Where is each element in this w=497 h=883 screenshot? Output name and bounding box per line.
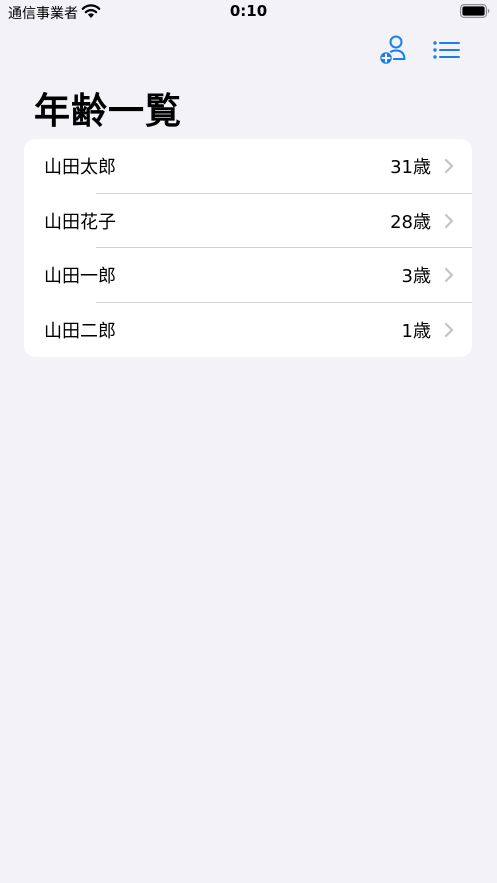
person-badge-plus-icon: [378, 35, 406, 66]
person-name: 山田二郎: [44, 320, 116, 342]
chevron-right-icon: [444, 268, 454, 283]
chevron-right-icon: [444, 213, 454, 228]
list-item[interactable]: 山田一郎 3歳: [24, 248, 472, 303]
list-item[interactable]: 山田二郎 1歳: [24, 303, 472, 358]
battery-icon: [460, 4, 490, 18]
chevron-right-icon: [444, 159, 454, 174]
list-item[interactable]: 山田太郎 31歳: [24, 139, 472, 194]
person-name: 山田花子: [44, 211, 116, 233]
chevron-right-icon: [444, 322, 454, 337]
add-person-button[interactable]: [376, 34, 410, 66]
person-age: 3歳: [401, 266, 431, 288]
person-name: 山田一郎: [44, 266, 116, 288]
status-time: 0:10: [229, 2, 268, 20]
person-age: 28歳: [390, 211, 431, 233]
person-age: 31歳: [390, 157, 431, 179]
person-name: 山田太郎: [44, 157, 116, 179]
list-bullet-icon: [433, 41, 460, 59]
person-age: 1歳: [401, 320, 431, 342]
list-item[interactable]: 山田花子 28歳: [24, 194, 472, 248]
people-list: 山田太郎 31歳 山田花子 28歳 山田一郎 3歳 山田二郎 1歳: [24, 139, 472, 357]
status-bar: 通信事業者 0:10: [0, 0, 497, 28]
list-view-button[interactable]: [429, 34, 463, 66]
page-title: 年齢一覧: [34, 91, 183, 132]
